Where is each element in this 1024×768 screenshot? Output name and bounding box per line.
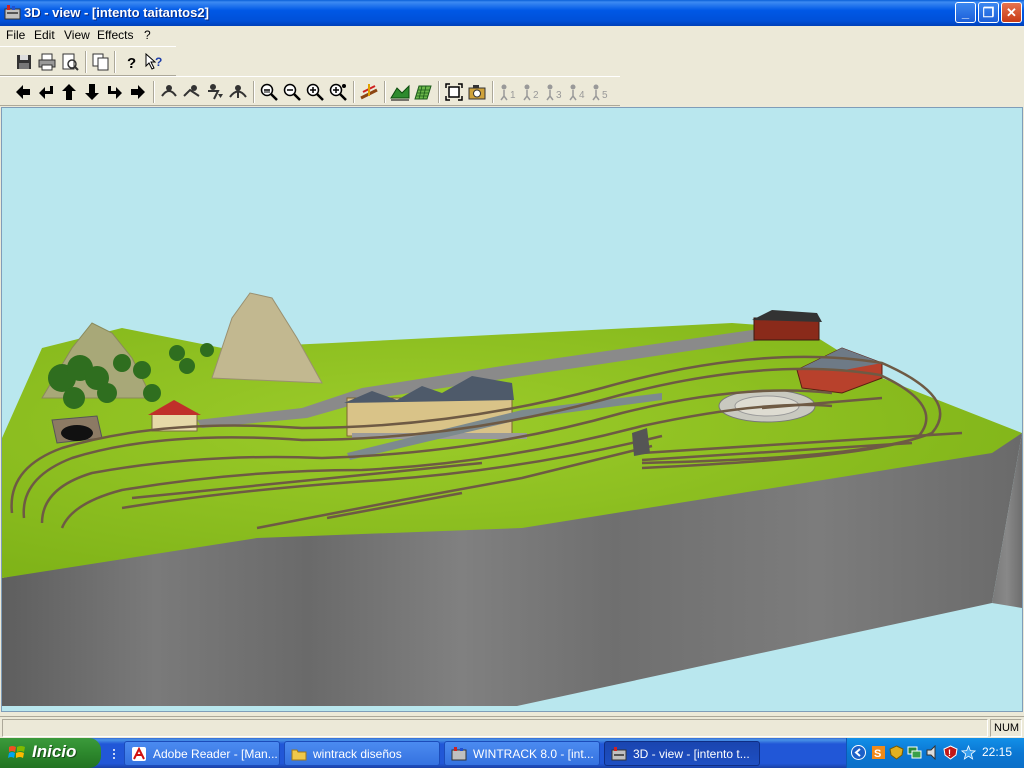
zoom-out-all-icon[interactable]: [259, 82, 279, 102]
title-bar[interactable]: 3D - view - [intento taitantos2] _ ❐ ✕: [0, 0, 1024, 26]
start-button[interactable]: Inicio: [0, 738, 101, 768]
arrow-down-icon[interactable]: [82, 82, 102, 102]
task-wintrack-folder[interactable]: wintrack diseños: [284, 741, 440, 766]
arrow-right-icon[interactable]: [128, 82, 148, 102]
folder-icon: [291, 749, 307, 761]
terrain-icon[interactable]: [390, 82, 410, 102]
close-button[interactable]: ✕: [1001, 2, 1022, 23]
arrow-up-icon[interactable]: [59, 82, 79, 102]
zoom-in-icon[interactable]: [305, 82, 325, 102]
zoom-in-all-icon[interactable]: [328, 82, 348, 102]
save-icon[interactable]: [14, 52, 34, 72]
3d-view-app-icon: [4, 5, 21, 20]
network-icon[interactable]: [907, 745, 922, 760]
window-title: 3D - view - [intento taitantos2]: [24, 5, 209, 20]
toolbar-separator: [114, 51, 116, 73]
standard-toolbar: ? ?: [0, 46, 176, 76]
copy-icon[interactable]: [91, 52, 111, 72]
menu-file[interactable]: File: [6, 28, 25, 42]
help-icon[interactable]: ?: [121, 52, 141, 72]
security-alert-icon[interactable]: !: [943, 745, 958, 760]
status-num-indicator: NUM: [990, 719, 1022, 737]
task-label: wintrack diseños: [313, 747, 402, 761]
svg-text:?: ?: [155, 55, 162, 69]
toolbar-separator: [384, 81, 386, 103]
svg-text:2: 2: [533, 90, 539, 101]
camera-position-1-icon[interactable]: 1: [498, 82, 518, 102]
adobe-reader-icon: [132, 746, 146, 761]
camera-position-2-icon[interactable]: 2: [521, 82, 541, 102]
svg-text:?: ?: [127, 55, 136, 72]
camera-icon[interactable]: [467, 82, 487, 102]
menu-help[interactable]: ?: [144, 28, 151, 42]
walker-3-icon[interactable]: [205, 82, 225, 102]
shield-icon[interactable]: [889, 745, 904, 760]
menu-edit[interactable]: Edit: [34, 28, 55, 42]
print-preview-icon[interactable]: [60, 52, 80, 72]
turn-right-icon[interactable]: [105, 82, 125, 102]
task-label: WINTRACK 8.0 - [int...: [473, 747, 594, 761]
turn-left-icon[interactable]: [36, 82, 56, 102]
app-window: 3D - view - [intento taitantos2] _ ❐ ✕ F…: [0, 0, 1024, 738]
engine-shed: [752, 310, 822, 341]
windows-flag-icon: [8, 746, 25, 758]
task-3d-view[interactable]: 3D - view - [intento t...: [604, 741, 760, 766]
context-help-icon[interactable]: ?: [144, 52, 164, 72]
task-wintrack[interactable]: WINTRACK 8.0 - [int...: [444, 741, 600, 766]
walker-4-icon[interactable]: [228, 82, 248, 102]
toolbar-separator: [253, 81, 255, 103]
task-label: Adobe Reader - [Man...: [153, 747, 278, 761]
svg-text:1: 1: [510, 90, 516, 101]
task-label: 3D - view - [intento t...: [633, 747, 750, 761]
mountain-center: [211, 292, 323, 384]
task-adobe-reader[interactable]: Adobe Reader - [Man...: [124, 741, 280, 766]
walker-1-icon[interactable]: [159, 82, 179, 102]
toolbar-separator: [153, 81, 155, 103]
status-message-panel: [2, 719, 988, 737]
menu-effects[interactable]: Effects: [97, 28, 133, 42]
toolbar-separator: [85, 51, 87, 73]
wintrack-icon: [451, 747, 467, 761]
star-icon[interactable]: [961, 745, 976, 760]
svg-text:3: 3: [556, 90, 562, 101]
toolbar-separator: [492, 81, 494, 103]
svg-text:S: S: [874, 748, 881, 760]
walker-2-icon[interactable]: [182, 82, 202, 102]
menu-bar: File Edit View Effects ?: [0, 26, 1024, 45]
quick-launch-grip-icon: [113, 749, 115, 759]
view-toolbar: 1 2 3 4 5: [0, 76, 620, 106]
volume-icon[interactable]: [925, 745, 940, 760]
camera-position-4-icon[interactable]: 4: [567, 82, 587, 102]
svg-text:!: !: [948, 748, 951, 758]
tray-expand-icon[interactable]: [851, 745, 866, 760]
3d-view-icon: [611, 747, 627, 761]
zoom-out-icon[interactable]: [282, 82, 302, 102]
antivirus-icon[interactable]: S: [871, 745, 886, 760]
toolbar-separator: [353, 81, 355, 103]
start-label: Inicio: [32, 742, 77, 761]
track-highlight-icon[interactable]: [359, 82, 379, 102]
3d-viewport[interactable]: [1, 107, 1023, 712]
taskbar: Inicio Adobe Reader - [Man... wintrack d…: [0, 738, 1024, 768]
right-tunnel: [632, 428, 650, 456]
status-bar: NUM: [0, 716, 1024, 738]
clock[interactable]: 22:15: [982, 745, 1012, 759]
3d-scene[interactable]: [2, 108, 1022, 711]
fit-view-icon[interactable]: [444, 82, 464, 102]
print-icon[interactable]: [37, 52, 57, 72]
camera-position-3-icon[interactable]: 3: [544, 82, 564, 102]
minimize-button[interactable]: _: [955, 2, 976, 23]
menu-view[interactable]: View: [64, 28, 90, 42]
grid-icon[interactable]: [413, 82, 433, 102]
system-tray: S ! 22:15: [846, 738, 1024, 768]
camera-position-5-icon[interactable]: 5: [590, 82, 610, 102]
svg-text:5: 5: [602, 90, 608, 101]
restore-button[interactable]: ❐: [978, 2, 999, 23]
svg-text:4: 4: [579, 90, 585, 101]
tunnel-opening: [61, 425, 93, 441]
toolbar-separator: [438, 81, 440, 103]
arrow-left-icon[interactable]: [13, 82, 33, 102]
